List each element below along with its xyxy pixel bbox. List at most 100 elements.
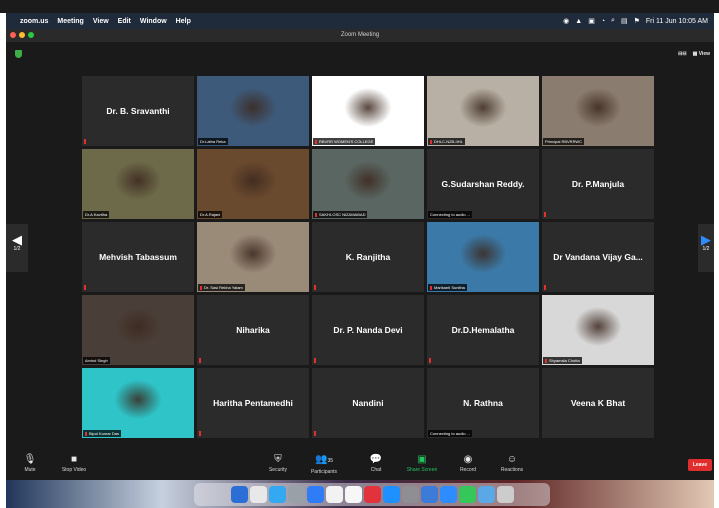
participant-tile[interactable]: DHLC-NZB-IIHL xyxy=(427,76,539,146)
menu-meeting[interactable]: Meeting xyxy=(57,18,83,25)
speaker-view-button[interactable]: ⊟⊟ xyxy=(678,51,686,57)
zoom-window-button[interactable] xyxy=(28,32,34,38)
dock-app-icon[interactable] xyxy=(325,486,343,503)
participant-video xyxy=(312,149,424,219)
share-screen-button[interactable]: ▣ Share Screen xyxy=(402,452,442,473)
muted-mic-icon xyxy=(545,358,547,363)
participant-label-text: Connecting to audio ... xyxy=(430,431,471,436)
camera-status-icon[interactable]: ◉ xyxy=(563,17,569,25)
minimize-window-button[interactable] xyxy=(19,32,25,38)
participant-tile[interactable]: Dr.A.Kavitha xyxy=(82,149,194,219)
muted-mic-icon xyxy=(199,358,201,363)
participant-name: Dr. P. Nanda Devi xyxy=(333,325,403,335)
dock-app-icon[interactable] xyxy=(458,486,476,503)
participant-label: Arvind Singh xyxy=(83,357,110,364)
participant-tile[interactable]: Dr. P.Manjula xyxy=(542,149,654,219)
mute-button[interactable]: 🎙 Mute xyxy=(10,452,50,473)
page-indicator-left: 1/2 xyxy=(13,246,21,252)
dock-app-icon[interactable] xyxy=(268,486,286,503)
participant-tile[interactable]: Mehvish Tabassum xyxy=(82,222,194,292)
participant-tile[interactable]: Veena K Bhat xyxy=(542,368,654,438)
participant-label-text: Principal RBVRRWC xyxy=(545,139,583,144)
record-button[interactable]: ◉ Record xyxy=(448,452,488,473)
control-center-icon[interactable]: ▤ xyxy=(621,17,628,25)
dock-app-icon[interactable] xyxy=(363,486,381,503)
participant-tile[interactable]: Dr. P. Nanda Devi xyxy=(312,295,424,365)
desktop-wallpaper xyxy=(6,480,714,508)
view-button[interactable]: ▦ View xyxy=(693,51,710,57)
participants-icon: 👥35 xyxy=(314,454,333,465)
leave-button[interactable]: Leave xyxy=(687,459,712,471)
participant-tile[interactable]: K. Ranjitha xyxy=(312,222,424,292)
participant-name: Haritha Pentamedhi xyxy=(213,398,293,408)
menu-help[interactable]: Help xyxy=(176,18,191,25)
dock-app-icon[interactable] xyxy=(306,486,324,503)
participant-tile[interactable]: Nandini xyxy=(312,368,424,438)
menubar-clock[interactable]: Fri 11 Jun 10:05 AM xyxy=(646,18,708,25)
participant-tile[interactable]: G.Sudarshan Reddy. Connecting to audio ..… xyxy=(427,149,539,219)
participant-tile[interactable]: Dr.A.Rajani xyxy=(197,149,309,219)
participant-tile[interactable]: Dr. B. Sravanthi xyxy=(82,76,194,146)
menu-view[interactable]: View xyxy=(93,18,109,25)
participant-label: Connecting to audio ... xyxy=(428,430,473,437)
muted-mic-icon xyxy=(314,431,316,436)
participant-video xyxy=(542,295,654,365)
dock-app-icon[interactable] xyxy=(477,486,495,503)
participant-tile[interactable]: Dr. Sasi Rekha Yalam xyxy=(197,222,309,292)
search-icon[interactable]: ⌕ xyxy=(611,17,615,25)
dock xyxy=(194,483,550,506)
wifi-icon[interactable]: ◔ xyxy=(601,18,605,25)
stop-video-button[interactable]: ■ Stop Video xyxy=(54,452,94,473)
dock-app-icon[interactable] xyxy=(344,486,362,503)
participant-tile[interactable]: Arvind Singh xyxy=(82,295,194,365)
participants-button[interactable]: 👥35 Participants xyxy=(304,452,344,475)
next-page-button[interactable]: ▶ 1/2 xyxy=(698,224,714,272)
microphone-icon: 🎙 xyxy=(23,454,37,465)
close-window-button[interactable] xyxy=(10,32,16,38)
reactions-button[interactable]: ☺ Reactions xyxy=(492,452,532,473)
participant-tile[interactable]: Niharika xyxy=(197,295,309,365)
participant-tile[interactable]: Bipul Kumar Das xyxy=(82,368,194,438)
dock-app-icon[interactable] xyxy=(496,486,514,503)
top-black-bar xyxy=(0,0,719,13)
participant-tile[interactable]: Shyamala Chotta xyxy=(542,295,654,365)
participant-name: N. Rathna xyxy=(463,398,503,408)
meeting-area: ⊟⊟ ▦ View ◀ 1/2 ▶ 1/2 Dr. B. Sravanthi Dr… xyxy=(6,42,714,450)
participant-tile[interactable]: RBVRR WOMEN'S COLLEGE xyxy=(312,76,424,146)
participant-video xyxy=(197,222,309,292)
dock-app-icon[interactable] xyxy=(382,486,400,503)
menu-edit[interactable]: Edit xyxy=(118,18,131,25)
dock-app-icon[interactable] xyxy=(420,486,438,503)
chat-button[interactable]: 💬 Chat xyxy=(356,452,396,473)
participant-tile[interactable]: Dr Vandana Vijay Ga... xyxy=(542,222,654,292)
previous-page-button[interactable]: ◀ 1/2 xyxy=(6,224,28,272)
menu-window[interactable]: Window xyxy=(140,18,167,25)
chat-bubble-icon: 💬 xyxy=(369,454,383,465)
shield-icon[interactable] xyxy=(15,50,22,58)
screen-icon[interactable]: ▣ xyxy=(588,17,595,25)
participant-tile[interactable]: Marikanti Sunitha xyxy=(427,222,539,292)
muted-mic-icon xyxy=(430,139,432,144)
participant-tile[interactable]: Dr.D.Hemalatha xyxy=(427,295,539,365)
participant-video xyxy=(197,149,309,219)
participant-tile[interactable]: Dr.Latha Reka xyxy=(197,76,309,146)
muted-mic-icon xyxy=(544,212,546,217)
participant-tile[interactable]: Principal RBVRRWC xyxy=(542,76,654,146)
participant-video xyxy=(197,76,309,146)
dock-app-icon[interactable] xyxy=(249,486,267,503)
dock-app-icon[interactable] xyxy=(439,486,457,503)
participant-video xyxy=(82,295,194,365)
menu-app-name[interactable]: zoom.us xyxy=(20,18,48,25)
mac-menu-bar: zoom.us Meeting View Edit Window Help ◉ … xyxy=(6,13,714,29)
dock-app-icon[interactable] xyxy=(230,486,248,503)
participant-label-text: Dr.A.Kavitha xyxy=(85,212,108,217)
flag-icon[interactable]: ⚑ xyxy=(634,17,640,25)
dock-app-icon[interactable] xyxy=(287,486,305,503)
security-button[interactable]: ⛨ Security xyxy=(258,452,298,473)
participant-label: Dr.A.Kavitha xyxy=(83,211,110,218)
dock-app-icon[interactable] xyxy=(401,486,419,503)
cloud-icon[interactable]: ▲ xyxy=(575,18,582,25)
participant-tile[interactable]: Haritha Pentamedhi xyxy=(197,368,309,438)
participant-tile[interactable]: N. Rathna Connecting to audio ... xyxy=(427,368,539,438)
participant-tile[interactable]: SAKHI-OSC NIZAMABAD xyxy=(312,149,424,219)
